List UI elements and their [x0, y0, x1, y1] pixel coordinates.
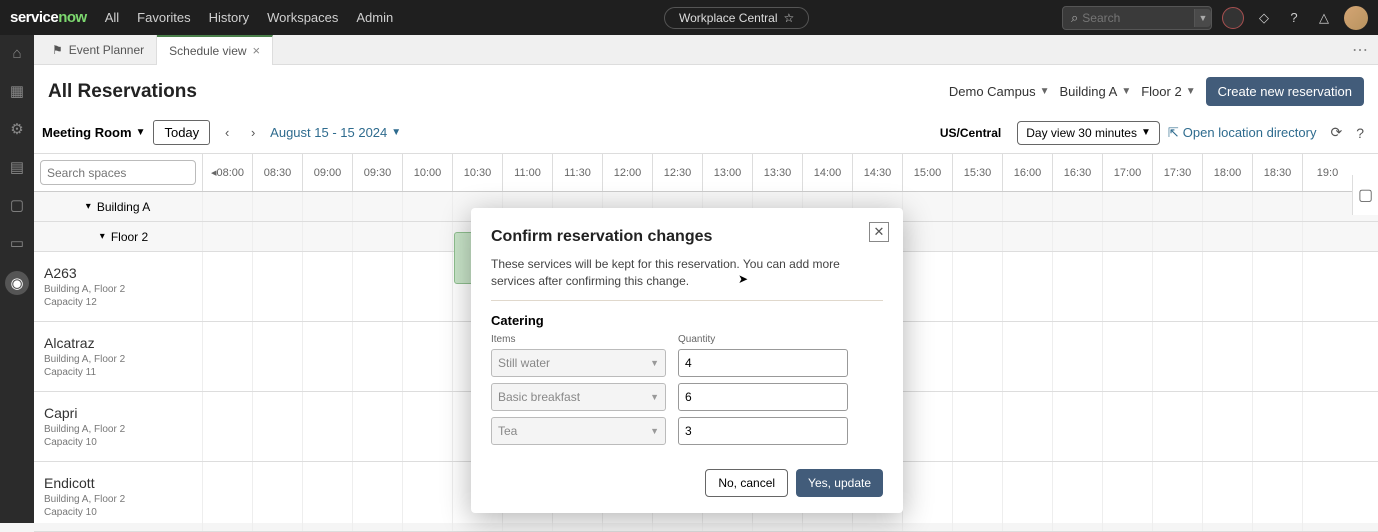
modal-section-title: Catering — [491, 313, 883, 328]
confirm-reservation-modal: ✕ Confirm reservation changes These serv… — [471, 208, 903, 513]
confirm-button[interactable]: Yes, update — [796, 469, 883, 497]
catering-item-select[interactable]: Still water▼ — [491, 349, 666, 377]
catering-quantity-input[interactable] — [678, 417, 848, 445]
quantity-column-label: Quantity — [678, 334, 848, 345]
catering-quantity-input[interactable] — [678, 349, 848, 377]
items-column-label: Items — [491, 334, 666, 345]
catering-item-select[interactable]: Basic breakfast▼ — [491, 383, 666, 411]
close-icon[interactable]: ✕ — [869, 222, 889, 242]
catering-quantity-input[interactable] — [678, 383, 848, 411]
modal-description: These services will be kept for this res… — [491, 256, 883, 301]
catering-item-select[interactable]: Tea▼ — [491, 417, 666, 445]
modal-title: Confirm reservation changes — [491, 228, 883, 246]
cancel-button[interactable]: No, cancel — [705, 469, 788, 497]
